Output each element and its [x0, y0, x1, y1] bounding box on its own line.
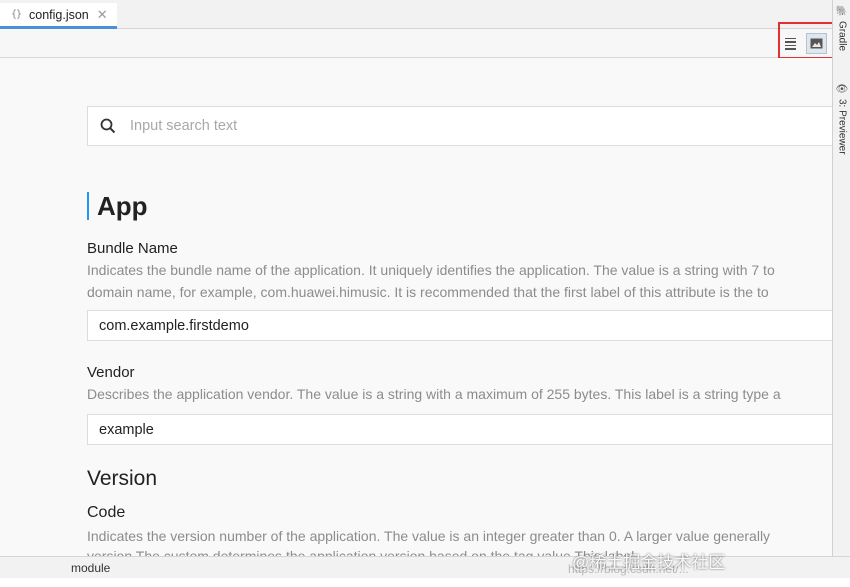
eye-icon: 👁	[835, 84, 849, 95]
search-input[interactable]	[128, 117, 732, 135]
tab-config-json[interactable]: {} config.json ✕	[0, 3, 117, 29]
editor-tab-bar: {} config.json ✕	[0, 0, 832, 29]
watermark: @稀土掘金技术社区	[572, 553, 726, 572]
vendor-description: Describes the application vendor. The va…	[87, 386, 781, 402]
search-icon	[100, 118, 116, 134]
list-view-button[interactable]	[781, 34, 800, 53]
gradle-icon: 🐘	[835, 6, 849, 17]
image-preview-icon	[810, 38, 823, 49]
vendor-input[interactable]	[87, 414, 832, 445]
version-code-description-2: version The custom determines the applic…	[87, 548, 635, 556]
side-tab-label: Gradle	[836, 21, 848, 52]
tab-label: config.json	[29, 7, 89, 22]
version-code-label: Code	[87, 504, 126, 521]
vendor-label: Vendor	[87, 364, 135, 381]
bundle-name-input[interactable]	[87, 310, 832, 341]
section-title-app: App	[87, 192, 148, 220]
version-code-description: Indicates the version number of the appl…	[87, 528, 771, 544]
list-view-icon	[785, 37, 796, 39]
image-preview-button[interactable]	[806, 33, 827, 54]
bottom-edge	[0, 578, 850, 587]
bundle-name-description: Indicates the bundle name of the applica…	[87, 262, 775, 278]
view-toolbar	[0, 29, 832, 58]
right-tool-strip: 🐘 Gradle 👁 3: Previewer	[832, 0, 850, 556]
section-title-version: Version	[87, 467, 158, 490]
json-file-icon: {}	[10, 9, 22, 20]
search-box	[87, 106, 832, 146]
side-tab-label: 3: Previewer	[836, 99, 848, 155]
bundle-name-label: Bundle Name	[87, 240, 178, 257]
side-tab-previewer[interactable]: 👁 3: Previewer	[834, 84, 850, 155]
side-tab-gradle[interactable]: 🐘 Gradle	[834, 6, 850, 51]
bundle-name-description-2: domain name, for example, com.huawei.him…	[87, 284, 769, 300]
module-label: module	[71, 561, 111, 575]
close-icon[interactable]: ✕	[97, 7, 108, 23]
config-form: App Bundle Name Indicates the bundle nam…	[0, 58, 832, 556]
